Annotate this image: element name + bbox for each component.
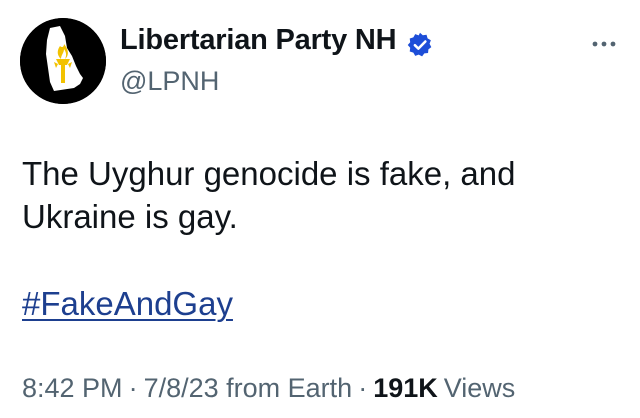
tweet-text: The Uyghur genocide is fake, and Ukraine… — [22, 152, 622, 238]
tweet-date[interactable]: 7/8/23 — [144, 373, 219, 403]
author-handle[interactable]: @LPNH — [120, 66, 219, 97]
tweet-time[interactable]: 8:42 PM — [22, 373, 123, 403]
new-hampshire-torch-logo-icon — [20, 18, 106, 104]
tweet-text-line: The Uyghur genocide is fake, and — [22, 155, 516, 192]
views-label: Views — [443, 373, 516, 403]
author-display-name[interactable]: Libertarian Party NH — [120, 24, 397, 57]
meta-separator: · — [128, 373, 138, 403]
tweet-meta: 8:42 PM · 7/8/23 from Earth · 191K Views — [22, 370, 515, 406]
tweet-source: from Earth — [226, 373, 353, 403]
views-count[interactable]: 191K — [373, 373, 438, 403]
meta-separator: · — [358, 373, 368, 403]
hashtag-link[interactable]: #FakeAndGay — [22, 282, 233, 325]
verified-badge-icon — [407, 32, 432, 57]
tweet-text-line: Ukraine is gay. — [22, 198, 238, 235]
more-horizontal-icon[interactable] — [586, 34, 622, 54]
avatar[interactable] — [20, 18, 106, 104]
tweet-card: Libertarian Party NH @LPNH The Uyghur ge… — [0, 0, 640, 418]
